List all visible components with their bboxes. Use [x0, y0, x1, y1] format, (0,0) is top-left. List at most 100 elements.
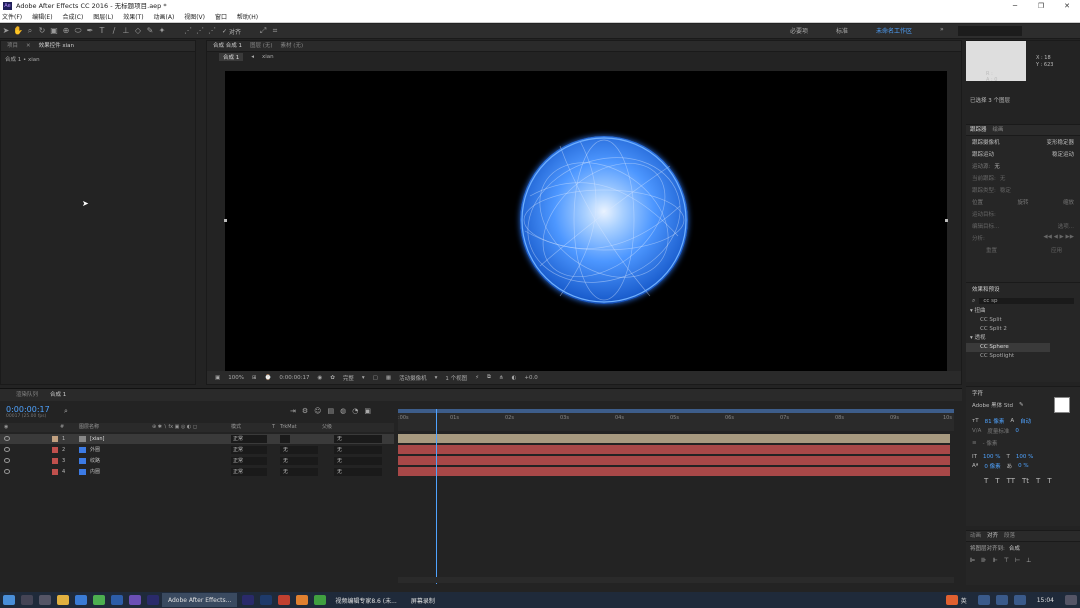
align-target-select[interactable]: 合成: [1009, 544, 1020, 552]
analyze-controls-icon[interactable]: ◀◀ ◀ ▶ ▶▶: [1043, 234, 1074, 242]
label-swatch[interactable]: [52, 458, 58, 464]
tab-footage[interactable]: 素材 (无): [281, 41, 304, 51]
workspace-more-icon[interactable]: »: [940, 26, 944, 33]
tab-animation[interactable]: 动画: [970, 531, 981, 541]
menu-layer[interactable]: 图层(L): [93, 14, 113, 21]
layer-parent-select[interactable]: 无: [334, 435, 382, 443]
layer-panel-icon[interactable]: ▣: [364, 407, 371, 415]
ime-icon[interactable]: [945, 595, 958, 605]
tab-comp-1[interactable]: 合成 1: [50, 389, 66, 401]
fill-color-swatch[interactable]: [1054, 397, 1070, 413]
tab-effect-controls[interactable]: 效果控件 xian: [39, 41, 74, 51]
composition-canvas[interactable]: [225, 71, 947, 371]
tab-paragraph[interactable]: 段落: [1004, 531, 1015, 541]
col-layer-name[interactable]: 图层名称: [79, 423, 99, 432]
text-tool-icon[interactable]: T: [96, 25, 108, 37]
axis-icon[interactable]: ⋰: [182, 25, 194, 37]
layer-parent-select[interactable]: 无: [334, 468, 382, 476]
snap-option-icon[interactable]: ⤢: [257, 25, 269, 37]
stabilize-motion-button[interactable]: 稳定运动: [1052, 150, 1074, 158]
stroke-width-field[interactable]: - 像素: [983, 439, 998, 447]
align-hcenter-icon[interactable]: ⊪: [981, 557, 986, 564]
layer-mode-select[interactable]: 正常: [231, 435, 267, 443]
rotate-tool-icon[interactable]: ↻: [36, 25, 48, 37]
layer-name[interactable]: 内圈: [90, 467, 100, 477]
selection-tool-icon[interactable]: ➤: [0, 25, 12, 37]
pan-behind-tool-icon[interactable]: ⊕: [60, 25, 72, 37]
pen-tool-icon[interactable]: ✒: [84, 25, 96, 37]
ae-taskbar-icon[interactable]: [147, 595, 159, 605]
label-swatch[interactable]: [52, 447, 58, 453]
label-swatch[interactable]: [52, 469, 58, 475]
roi-icon[interactable]: ▢: [373, 375, 378, 381]
app-icon[interactable]: [296, 595, 309, 605]
browser-icon[interactable]: [93, 595, 105, 605]
hand-tool-icon[interactable]: ✋: [12, 25, 24, 37]
timeline-icon[interactable]: ⧉: [487, 374, 491, 381]
rotation-checkbox[interactable]: 旋转: [1017, 198, 1028, 206]
layer-trkmat-select[interactable]: [280, 435, 290, 443]
menu-window[interactable]: 窗口: [215, 14, 227, 21]
leading-field[interactable]: 自动: [1020, 417, 1031, 425]
effect-cc-sphere[interactable]: CC Sphere: [966, 343, 1050, 352]
time-ruler[interactable]: :00s 01s 02s 03s 04s 05s 06s 07s 08s 09s…: [398, 409, 954, 431]
align-top-icon[interactable]: ⊤: [1004, 557, 1009, 564]
tray-icon[interactable]: [977, 595, 990, 605]
workspace-standard[interactable]: 标准: [836, 26, 848, 35]
ime-mode[interactable]: 英: [961, 596, 967, 605]
category-distort[interactable]: ▾ 扭曲: [966, 307, 1080, 316]
resolution-select[interactable]: 完整: [343, 374, 354, 382]
baseline-shift-field[interactable]: 0 像素: [984, 462, 1000, 470]
close-icon[interactable]: ✕: [1054, 0, 1080, 12]
taskbar-after-effects[interactable]: Adobe After Effects...: [162, 593, 238, 607]
maximize-icon[interactable]: ❐: [1028, 0, 1054, 12]
exposure-value[interactable]: +0.0: [524, 375, 537, 381]
camera-select[interactable]: 活动摄像机: [399, 374, 427, 382]
search-help-input[interactable]: [958, 26, 1022, 36]
workspace-essentials[interactable]: 必要项: [790, 26, 808, 35]
exposure-icon[interactable]: ◐: [512, 375, 517, 381]
taskbar-screen-record[interactable]: 屏幕录制: [405, 593, 441, 607]
axis-world-icon[interactable]: ⋰: [194, 25, 206, 37]
all-caps-button[interactable]: TT: [1007, 477, 1015, 485]
layer-mode-select[interactable]: 正常: [231, 468, 267, 476]
zoom-tool-icon[interactable]: ⌕: [24, 25, 36, 37]
app-icon[interactable]: [111, 595, 123, 605]
tab-render-queue[interactable]: 渲染队列: [16, 389, 38, 401]
tab-tracker[interactable]: 跟踪器: [970, 125, 987, 135]
vertical-scale-field[interactable]: 100 %: [983, 454, 1000, 460]
current-time-indicator[interactable]: [436, 409, 437, 584]
edit-target-button[interactable]: 编辑目标...: [972, 222, 999, 230]
layer-breadcrumb[interactable]: xian: [262, 54, 274, 60]
app-icon[interactable]: [129, 595, 141, 605]
effect-cc-split-2[interactable]: CC Split 2: [966, 325, 1080, 334]
menu-view[interactable]: 视图(V): [184, 14, 205, 21]
brush-tool-icon[interactable]: ∕: [108, 25, 120, 37]
menu-composition[interactable]: 合成(C): [62, 14, 83, 21]
layer-bar-pattern[interactable]: [398, 456, 950, 465]
color-icon[interactable]: ✿: [330, 375, 335, 381]
tsume-field[interactable]: 0 %: [1018, 463, 1028, 469]
col-t[interactable]: T: [272, 423, 275, 432]
effect-cc-split[interactable]: CC Split: [966, 316, 1080, 325]
eye-icon[interactable]: [4, 469, 10, 474]
superscript-button[interactable]: T: [1036, 477, 1040, 485]
timeline-scrollbar[interactable]: [398, 577, 954, 583]
graph-editor-icon[interactable]: ◔: [352, 407, 358, 415]
work-area-bar[interactable]: [398, 409, 954, 413]
app-icon[interactable]: [314, 595, 327, 605]
snap-checkbox-icon[interactable]: ✓: [222, 28, 227, 35]
timeline-timecode[interactable]: 0:00:00:17: [6, 405, 50, 414]
effect-cc-spotlight[interactable]: CC Spotlight: [966, 352, 1080, 361]
tab-align[interactable]: 对齐: [987, 531, 998, 541]
scale-checkbox[interactable]: 缩放: [1063, 198, 1074, 206]
views-select[interactable]: 1 个视图: [445, 374, 467, 382]
volume-icon[interactable]: [1013, 595, 1026, 605]
chevron-down-icon[interactable]: ▾: [362, 375, 365, 381]
search-icon[interactable]: ⌕: [64, 407, 68, 416]
photoshop-icon[interactable]: [260, 595, 273, 605]
kerning-field[interactable]: 度量标准: [987, 427, 1009, 435]
tab-project[interactable]: 项目: [7, 41, 18, 51]
layer-name[interactable]: 纹路: [90, 456, 100, 466]
fast-preview-icon[interactable]: ⚡: [475, 375, 479, 381]
